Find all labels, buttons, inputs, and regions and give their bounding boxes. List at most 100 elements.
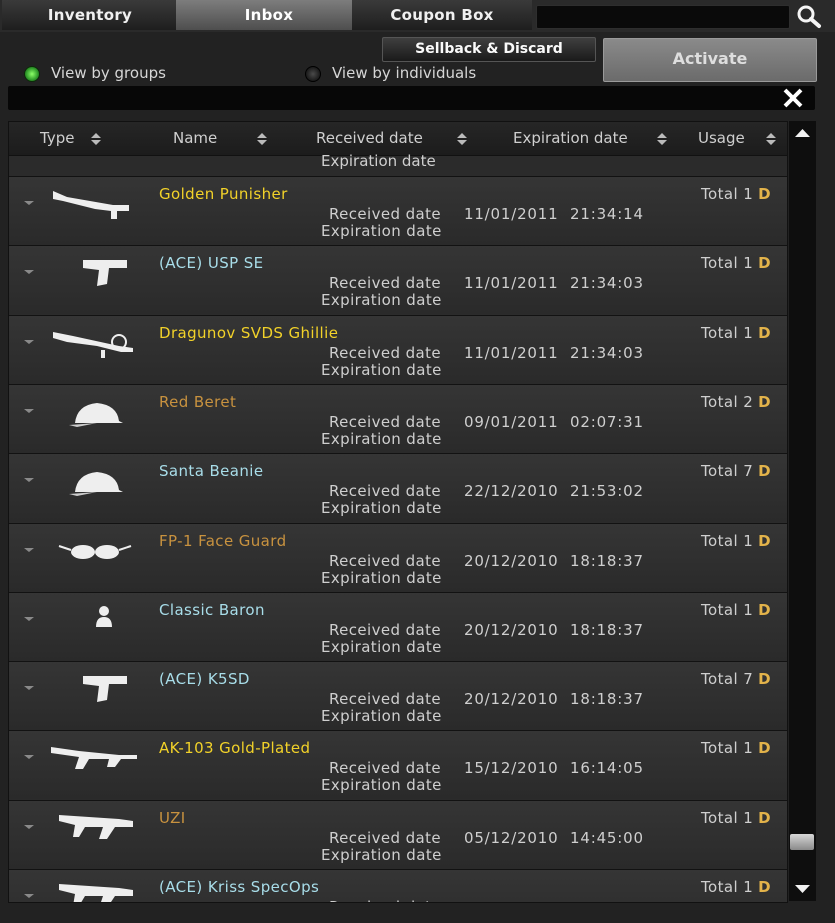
item-name[interactable]: (ACE) Kriss SpecOps — [159, 878, 319, 896]
sort-icon[interactable] — [766, 133, 776, 145]
expand-chevron-icon[interactable] — [23, 476, 35, 484]
sellback-discard-button[interactable]: Sellback & Discard — [382, 37, 596, 62]
expand-chevron-icon[interactable] — [23, 338, 35, 346]
search-input[interactable] — [536, 5, 790, 29]
received-date-value: 20/12/2010 18:18:37 — [464, 690, 644, 709]
expand-chevron-icon[interactable] — [23, 684, 35, 692]
tab-inbox[interactable]: Inbox — [176, 0, 362, 30]
tab-inventory[interactable]: Inventory — [2, 0, 178, 30]
usage-total-label: Total — [701, 323, 739, 342]
received-date-label: Received date — [329, 412, 442, 431]
expand-chevron-icon[interactable] — [23, 199, 35, 207]
activate-button[interactable]: Activate — [603, 38, 817, 82]
view-by-groups-label[interactable]: View by groups — [51, 64, 166, 82]
item-name[interactable]: Classic Baron — [159, 601, 265, 619]
usage-total: Total 1D — [701, 878, 771, 896]
received-date-value: 22/12/2010 21:53:02 — [464, 482, 644, 501]
usage-unit: D — [758, 323, 772, 342]
table-row[interactable]: AK-103 Gold-Plated Received date 15/12/201… — [9, 730, 787, 800]
table-row[interactable]: Red Beret Received date 09/01/2011 02:07:3… — [9, 383, 787, 453]
usage-count: 1 — [743, 739, 754, 758]
view-by-groups-radio[interactable] — [24, 66, 40, 82]
column-usage[interactable]: Usage — [698, 122, 745, 155]
usage-total-label: Total — [701, 600, 739, 619]
goggles-icon — [49, 530, 139, 570]
item-name[interactable]: (ACE) USP SE — [159, 254, 264, 272]
table-row[interactable]: UZI Received date 05/12/2010 14:45:00 Expir… — [9, 799, 787, 869]
table-row[interactable]: Classic Baron Received date 20/12/2010 18:… — [9, 591, 787, 661]
column-name[interactable]: Name — [173, 122, 217, 155]
item-list: Type Name Received date Expiration date … — [8, 121, 788, 903]
expand-chevron-icon[interactable] — [23, 546, 35, 554]
item-name[interactable]: Red Beret — [159, 393, 236, 411]
usage-count: 1 — [743, 531, 754, 550]
usage-unit: D — [758, 878, 772, 896]
list-header: Type Name Received date Expiration date … — [9, 122, 787, 156]
usage-unit: D — [758, 670, 772, 689]
shotgun-icon — [49, 183, 139, 223]
expiration-date-label: Expiration date — [321, 776, 442, 795]
expand-chevron-icon[interactable] — [23, 892, 35, 900]
expiration-date-label: Expiration date — [321, 499, 442, 518]
table-row[interactable]: Santa Beanie Received date 22/12/2010 21:5… — [9, 453, 787, 523]
expiration-date-label: Expiration date — [321, 637, 442, 656]
item-name[interactable]: AK-103 Gold-Plated — [159, 739, 310, 757]
item-name[interactable]: Dragunov SVDS Ghillie — [159, 324, 338, 342]
scroll-up-arrow-icon[interactable] — [789, 121, 816, 147]
filter-bar[interactable] — [8, 86, 815, 110]
expiration-date-label: Expiration date — [321, 568, 442, 587]
column-type[interactable]: Type — [40, 122, 74, 155]
scrollbar-track[interactable] — [789, 121, 816, 901]
table-row[interactable]: Golden Punisher Received date 11/01/2011 2… — [9, 176, 787, 245]
cap-icon — [49, 391, 139, 431]
usage-count: 1 — [743, 254, 754, 273]
expiration-date-label: Expiration date — [321, 222, 442, 240]
expand-chevron-icon[interactable] — [23, 615, 35, 623]
received-date-label: Received date — [329, 343, 442, 362]
sort-icon[interactable] — [657, 133, 667, 145]
received-date-value: 11/01/2011 21:34:03 — [464, 274, 644, 293]
received-date-label: Received date — [329, 759, 442, 778]
usage-total: Total 1D — [701, 532, 771, 550]
item-name[interactable]: FP-1 Face Guard — [159, 532, 287, 550]
table-row[interactable]: (ACE) K5SD Received date 20/12/2010 18:18:… — [9, 661, 787, 731]
view-by-individuals-radio[interactable] — [305, 66, 321, 82]
table-row[interactable]: FP-1 Face Guard Received date 20/12/2010 1… — [9, 522, 787, 592]
usage-total: Total 1D — [701, 601, 771, 619]
cap-icon — [49, 460, 139, 500]
expand-chevron-icon[interactable] — [23, 823, 35, 831]
usage-total-label: Total — [701, 531, 739, 550]
expiration-date-label: Expiration date — [321, 360, 442, 379]
usage-total: Total 7D — [701, 670, 771, 688]
usage-total-label: Total — [701, 878, 739, 896]
item-name[interactable]: UZI — [159, 809, 186, 827]
expand-chevron-icon[interactable] — [23, 407, 35, 415]
item-name[interactable]: Santa Beanie — [159, 462, 263, 480]
usage-count: 1 — [743, 323, 754, 342]
usage-total-label: Total — [701, 392, 739, 411]
item-name[interactable]: (ACE) K5SD — [159, 670, 250, 688]
tab-coupon-box[interactable]: Coupon Box — [352, 0, 532, 30]
expand-chevron-icon[interactable] — [23, 268, 35, 276]
received-date-value: 11/01/2011 21:34:14 — [464, 205, 644, 223]
table-row[interactable]: (ACE) USP SE Received date 11/01/2011 21:3… — [9, 245, 787, 315]
smg-icon — [49, 807, 139, 847]
column-expiration-date[interactable]: Expiration date — [513, 122, 628, 155]
close-icon[interactable] — [780, 86, 806, 110]
assault-rifle-icon — [49, 737, 139, 777]
sort-icon[interactable] — [457, 133, 467, 145]
scroll-down-arrow-icon[interactable] — [789, 876, 816, 902]
sort-icon[interactable] — [257, 133, 267, 145]
usage-count: 1 — [743, 600, 754, 619]
item-name[interactable]: Golden Punisher — [159, 185, 288, 203]
expand-chevron-icon[interactable] — [23, 753, 35, 761]
usage-unit: D — [758, 392, 772, 411]
scrollbar-thumb[interactable] — [790, 834, 814, 850]
sort-icon[interactable] — [91, 133, 101, 145]
column-received-date[interactable]: Received date — [316, 122, 423, 155]
view-by-individuals-label[interactable]: View by individuals — [332, 64, 476, 82]
table-row[interactable]: Dragunov SVDS Ghillie Received date 11/01/… — [9, 314, 787, 384]
search-icon[interactable] — [795, 3, 823, 29]
pistol-icon — [49, 252, 139, 292]
table-row[interactable]: (ACE) Kriss SpecOpsReceived dateExpirati… — [9, 869, 787, 902]
